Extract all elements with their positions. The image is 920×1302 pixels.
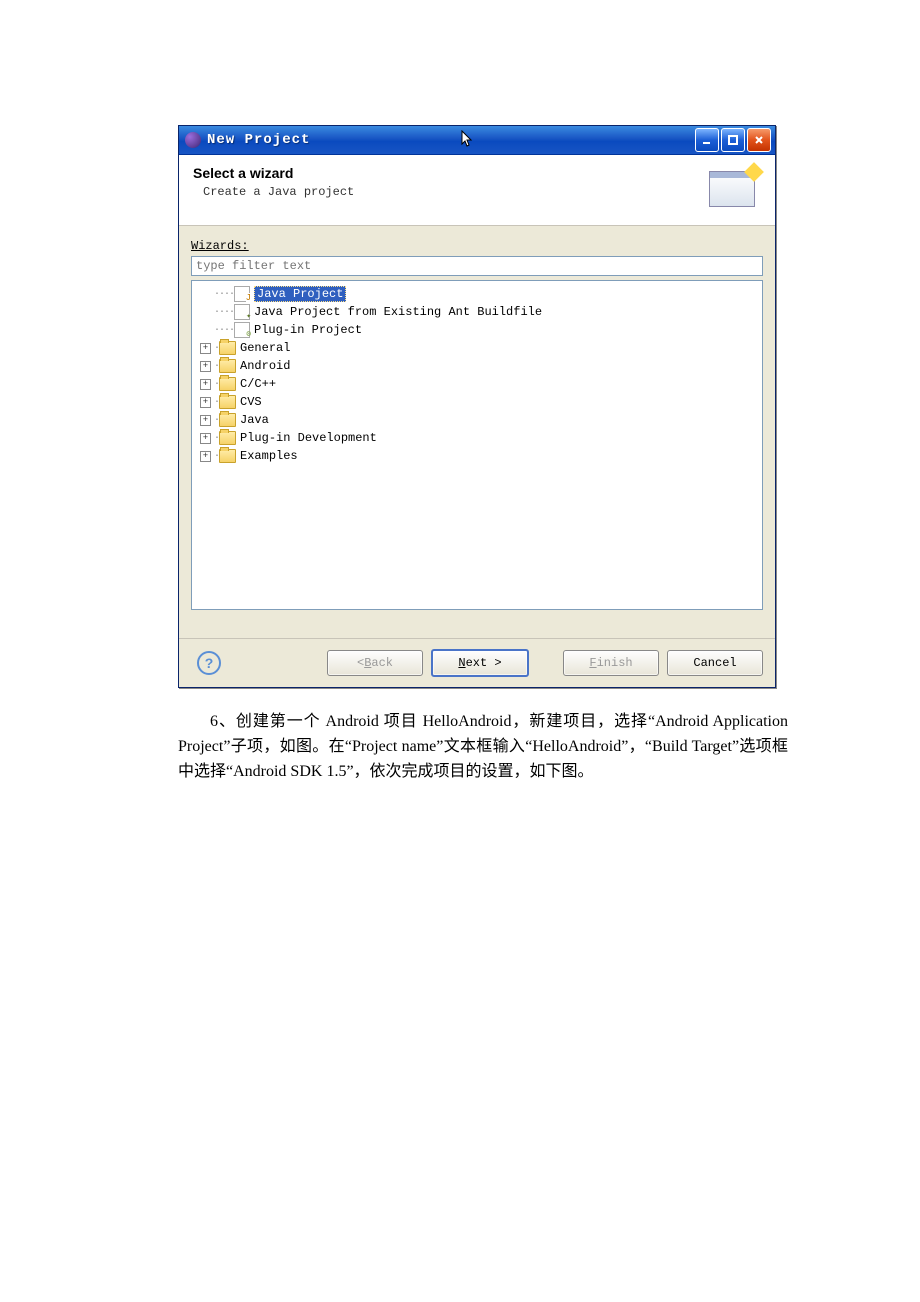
tree-folder-label: General (240, 341, 290, 355)
eclipse-icon (185, 132, 201, 148)
expand-icon[interactable]: + (200, 397, 211, 408)
ant-project-icon (234, 304, 250, 320)
next-button[interactable]: Next > (431, 649, 529, 677)
tree-folder-plugin-dev[interactable]: + · Plug-in Development (194, 429, 760, 447)
wizard-icon (709, 165, 761, 207)
java-project-icon (234, 286, 250, 302)
close-button[interactable] (747, 128, 771, 152)
expand-icon[interactable]: + (200, 343, 211, 354)
help-icon[interactable]: ? (197, 651, 221, 675)
tree-item-label: Java Project (254, 286, 346, 302)
caption-text: 6、创建第一个 Android 项目 HelloAndroid，新建项目，选择“… (178, 710, 788, 784)
tree-folder-general[interactable]: + · General (194, 339, 760, 357)
caption-paragraph: 6、创建第一个 Android 项目 HelloAndroid，新建项目，选择“… (178, 710, 788, 784)
tree-item-label: Plug-in Project (254, 323, 362, 337)
tree-item-java-ant-project[interactable]: ···· Java Project from Existing Ant Buil… (194, 303, 760, 321)
expand-icon[interactable]: + (200, 415, 211, 426)
tree-item-java-project[interactable]: ···· Java Project (194, 285, 760, 303)
folder-icon (219, 395, 236, 409)
finish-button: Finish (563, 650, 659, 676)
titlebar[interactable]: New Project (179, 126, 775, 155)
filter-input[interactable] (191, 256, 763, 276)
tree-connector-icon: ···· (214, 307, 234, 318)
tree-item-plugin-project[interactable]: ···· Plug-in Project (194, 321, 760, 339)
wizards-label: Wizards: (191, 239, 249, 253)
plugin-project-icon (234, 322, 250, 338)
tree-folder-examples[interactable]: + · Examples (194, 447, 760, 465)
cancel-button[interactable]: Cancel (667, 650, 763, 676)
tree-connector-icon: ···· (214, 289, 234, 300)
folder-icon (219, 431, 236, 445)
tree-item-label: Java Project from Existing Ant Buildfile (254, 305, 542, 319)
tree-folder-label: C/C++ (240, 377, 276, 391)
expand-icon[interactable]: + (200, 379, 211, 390)
folder-icon (219, 341, 236, 355)
tree-folder-java[interactable]: + · Java (194, 411, 760, 429)
maximize-button[interactable] (721, 128, 745, 152)
folder-icon (219, 359, 236, 373)
tree-folder-label: Java (240, 413, 269, 427)
folder-icon (219, 413, 236, 427)
tree-folder-label: Plug-in Development (240, 431, 377, 445)
folder-icon (219, 449, 236, 463)
button-bar: ? < Back Next > Finish Cancel (179, 638, 775, 687)
minimize-button[interactable] (695, 128, 719, 152)
banner-title: Select a wizard (193, 165, 709, 181)
window-controls (695, 128, 775, 152)
expand-icon[interactable]: + (200, 433, 211, 444)
back-button: < Back (327, 650, 423, 676)
tree-folder-label: Android (240, 359, 290, 373)
tree-connector-icon: ···· (214, 325, 234, 336)
expand-icon[interactable]: + (200, 361, 211, 372)
wizard-tree[interactable]: ···· Java Project ···· Java Project from… (191, 280, 763, 610)
window-title: New Project (207, 132, 681, 148)
tree-folder-android[interactable]: + · Android (194, 357, 760, 375)
tree-folder-label: Examples (240, 449, 298, 463)
banner-subtitle: Create a Java project (193, 185, 709, 199)
folder-icon (219, 377, 236, 391)
cursor-icon (461, 130, 475, 151)
expand-icon[interactable]: + (200, 451, 211, 462)
new-project-dialog: New Project Select a wizard (178, 125, 776, 688)
tree-folder-cvs[interactable]: + · CVS (194, 393, 760, 411)
wizard-banner: Select a wizard Create a Java project (179, 155, 775, 226)
tree-folder-label: CVS (240, 395, 262, 409)
tree-folder-cpp[interactable]: + · C/C++ (194, 375, 760, 393)
